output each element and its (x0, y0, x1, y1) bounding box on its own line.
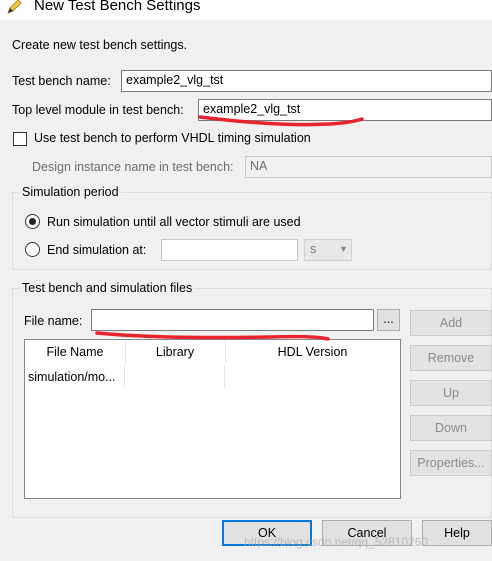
down-button[interactable]: Down (410, 415, 492, 441)
chevron-down-icon: ▼ (339, 244, 348, 254)
cell-hdl-version (225, 366, 400, 388)
properties-button[interactable]: Properties... (410, 450, 492, 476)
top-level-module-input[interactable]: example2_vlg_tst (198, 99, 492, 121)
test-bench-name-input[interactable]: example2_vlg_tst (121, 70, 492, 92)
design-instance-label: Design instance name in test bench: (32, 160, 234, 174)
remove-button[interactable]: Remove (410, 345, 492, 371)
pencil-icon (7, 0, 22, 14)
watermark-text: https://blog.csdn.net/qq_52810260 (244, 535, 429, 549)
file-name-input[interactable] (91, 309, 374, 331)
top-level-module-label: Top level module in test bench: (12, 103, 184, 117)
files-group-title: Test bench and simulation files (20, 281, 195, 295)
up-button[interactable]: Up (410, 380, 492, 406)
window-title: New Test Bench Settings (34, 0, 201, 14)
column-header-hdl-version[interactable]: HDL Version (225, 340, 400, 364)
run-until-radio[interactable] (25, 214, 40, 229)
browse-button[interactable]: ... (377, 309, 400, 331)
intro-text: Create new test bench settings. (12, 38, 188, 52)
cell-library (125, 366, 225, 388)
end-at-radio[interactable] (25, 242, 40, 257)
table-row[interactable]: simulation/mo... (25, 366, 400, 388)
simulation-period-title: Simulation period (20, 185, 121, 199)
end-time-input[interactable] (161, 239, 298, 261)
time-unit-value: s (310, 242, 317, 256)
column-header-file-name[interactable]: File Name (25, 340, 126, 364)
files-table: File Name Library HDL Version simulation… (24, 339, 401, 499)
help-button[interactable]: Help (422, 520, 492, 546)
cell-file-name: simulation/mo... (25, 366, 125, 388)
design-instance-input: NA (245, 156, 492, 178)
time-unit-select[interactable]: s ▼ (304, 239, 352, 261)
vhdl-timing-label: Use test bench to perform VHDL timing si… (34, 131, 311, 145)
run-until-label: Run simulation until all vector stimuli … (47, 215, 301, 229)
file-name-label: File name: (24, 314, 83, 328)
add-button[interactable]: Add (410, 310, 492, 336)
column-header-library[interactable]: Library (125, 340, 226, 364)
test-bench-name-label: Test bench name: (12, 74, 111, 88)
end-at-label: End simulation at: (47, 243, 147, 257)
vhdl-timing-checkbox[interactable] (13, 132, 27, 146)
